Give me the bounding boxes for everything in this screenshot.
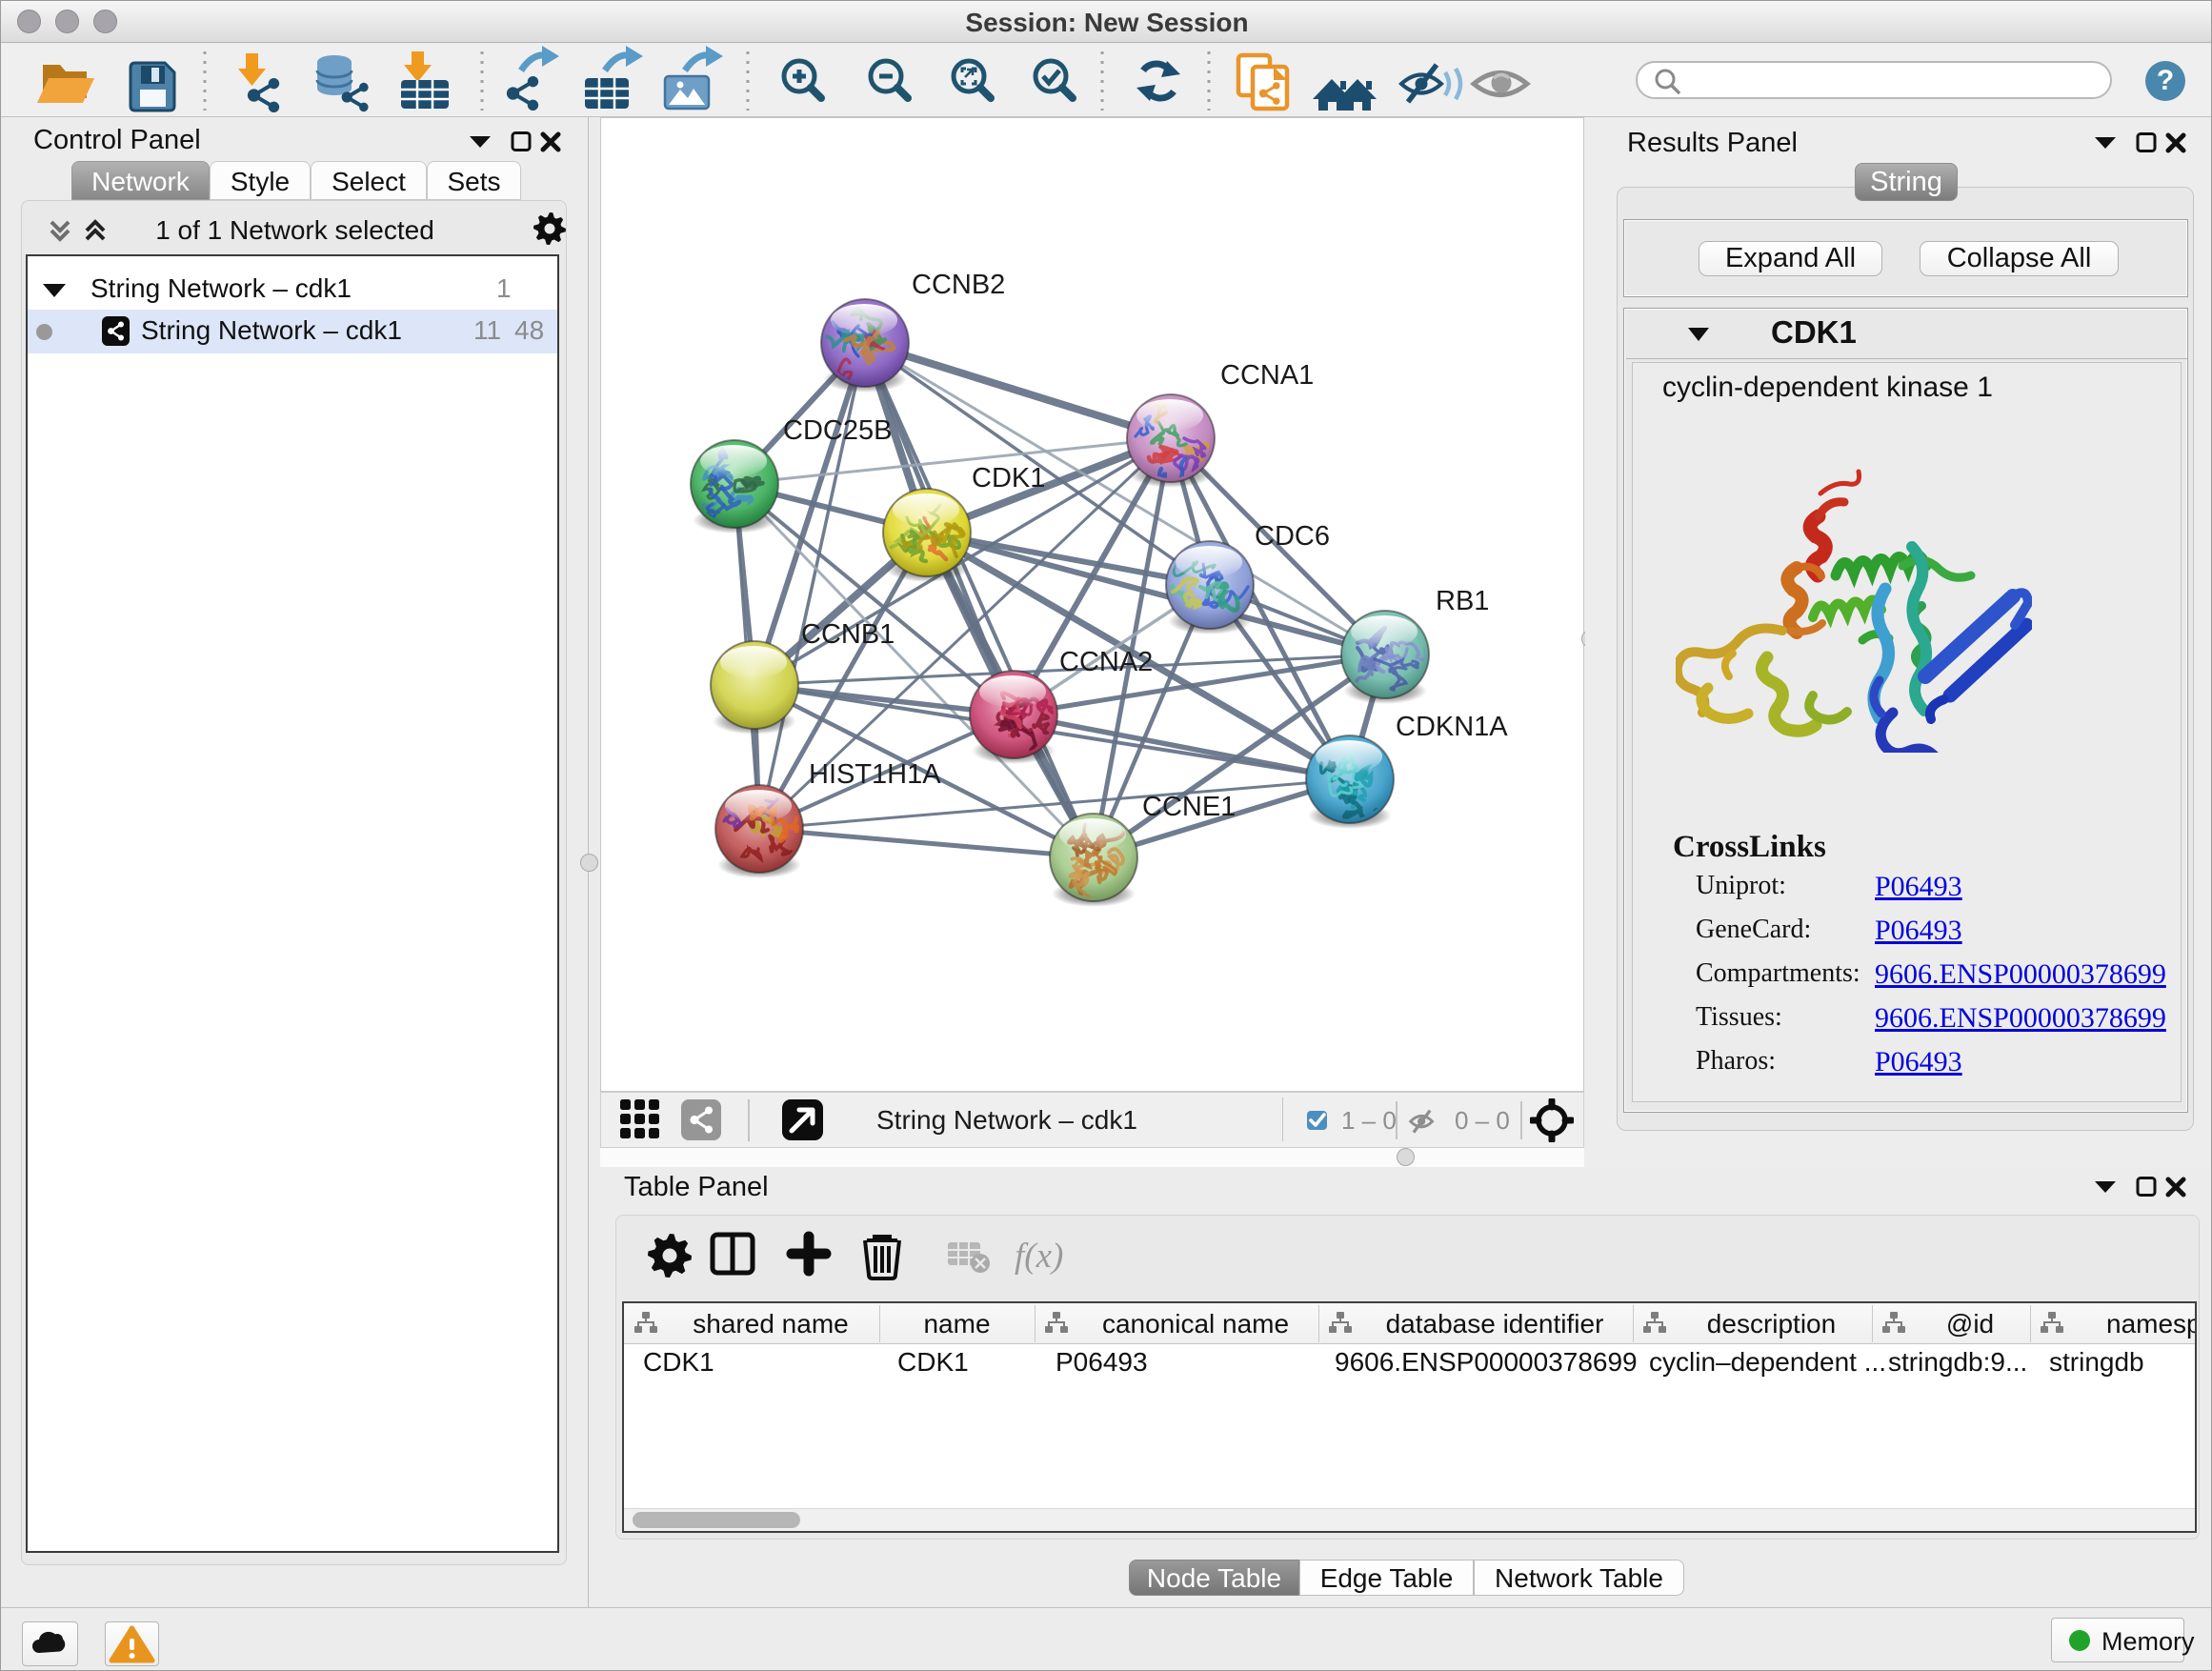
svg-text:CCNB1: CCNB1 [801,619,895,650]
svg-text:RB1: RB1 [1436,586,1489,616]
svg-text:CCNE1: CCNE1 [1142,792,1236,822]
svg-text:HIST1H1A: HIST1H1A [809,759,941,790]
svg-text:CDKN1A: CDKN1A [1396,712,1508,742]
svg-text:f(x): f(x) [1015,1237,1063,1276]
svg-text:0 – 0: 0 – 0 [1455,1106,1510,1135]
svg-text:CDC25B: CDC25B [783,415,892,446]
svg-text:CDC6: CDC6 [1255,521,1330,552]
svg-text:CDK1: CDK1 [972,463,1045,493]
svg-text:CCNA1: CCNA1 [1220,360,1314,391]
svg-text:CCNA2: CCNA2 [1059,647,1153,677]
svg-text:CCNB2: CCNB2 [912,270,1005,300]
svg-text:1 – 0: 1 – 0 [1341,1106,1397,1135]
